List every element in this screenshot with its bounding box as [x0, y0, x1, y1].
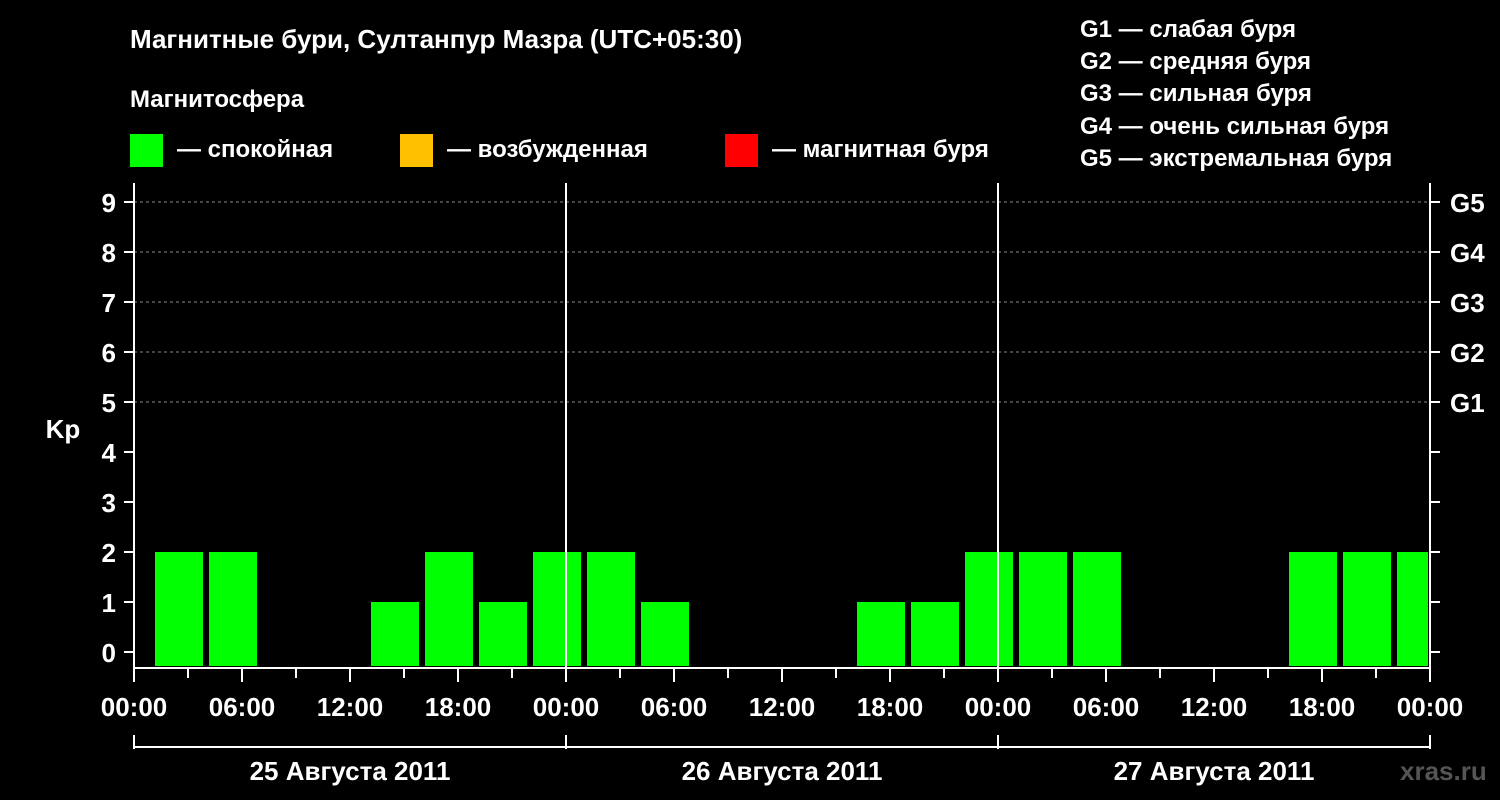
kp-bar [209, 552, 257, 666]
x-tick-label: 18:00 [857, 692, 924, 722]
x-tick-label: 00:00 [101, 692, 168, 722]
kp-bar [965, 552, 1013, 666]
kp-bar [857, 602, 905, 666]
y-tick-label: 8 [102, 238, 116, 268]
x-tick-label: 06:00 [641, 692, 708, 722]
g-tick-label: G2 [1450, 338, 1485, 368]
day-label: 27 Августа 2011 [1114, 756, 1315, 786]
x-tick-label: 00:00 [965, 692, 1032, 722]
y-axis-label: Kp [46, 414, 81, 444]
day-label: 25 Августа 2011 [250, 756, 451, 786]
x-tick-label: 12:00 [1181, 692, 1248, 722]
x-tick-label: 00:00 [1397, 692, 1464, 722]
g-tick-label: G3 [1450, 288, 1485, 318]
y-tick-label: 4 [102, 438, 117, 468]
kp-bar [1019, 552, 1067, 666]
kp-bar [911, 602, 959, 666]
y-tick-label: 9 [102, 188, 116, 218]
kp-bar [641, 602, 689, 666]
y-tick-label: 5 [102, 388, 116, 418]
y-tick-label: 6 [102, 338, 116, 368]
g-tick-label: G5 [1450, 188, 1485, 218]
kp-bar [1343, 552, 1391, 666]
x-tick-label: 18:00 [1289, 692, 1356, 722]
x-tick-label: 06:00 [209, 692, 276, 722]
x-tick-label: 12:00 [749, 692, 816, 722]
kp-bar [425, 552, 473, 666]
kp-bar [1289, 552, 1337, 666]
x-tick-label: 18:00 [425, 692, 492, 722]
y-tick-label: 3 [102, 488, 116, 518]
kp-bar [1397, 552, 1428, 666]
x-tick-label: 06:00 [1073, 692, 1140, 722]
x-tick-label: 12:00 [317, 692, 384, 722]
day-label: 26 Августа 2011 [682, 756, 883, 786]
g-tick-label: G4 [1450, 238, 1485, 268]
kp-bar [587, 552, 635, 666]
g-tick-label: G1 [1450, 388, 1485, 418]
kp-bar [1073, 552, 1121, 666]
y-tick-label: 0 [102, 638, 116, 668]
kp-chart: 0 1 2 3 4 5 6 7 8 9 G1 G2 G3 G4 G5 Kp 00:00 06:00 12:00 18:… [46, 183, 1485, 786]
watermark: xras.ru [1400, 756, 1487, 786]
y-tick-label: 2 [102, 538, 116, 568]
y-tick-label: 1 [102, 588, 116, 618]
y-tick-label: 7 [102, 288, 116, 318]
kp-bar [479, 602, 527, 666]
kp-bar [533, 552, 581, 666]
kp-bar [371, 602, 419, 666]
kp-bar [155, 552, 203, 666]
x-tick-label: 00:00 [533, 692, 600, 722]
